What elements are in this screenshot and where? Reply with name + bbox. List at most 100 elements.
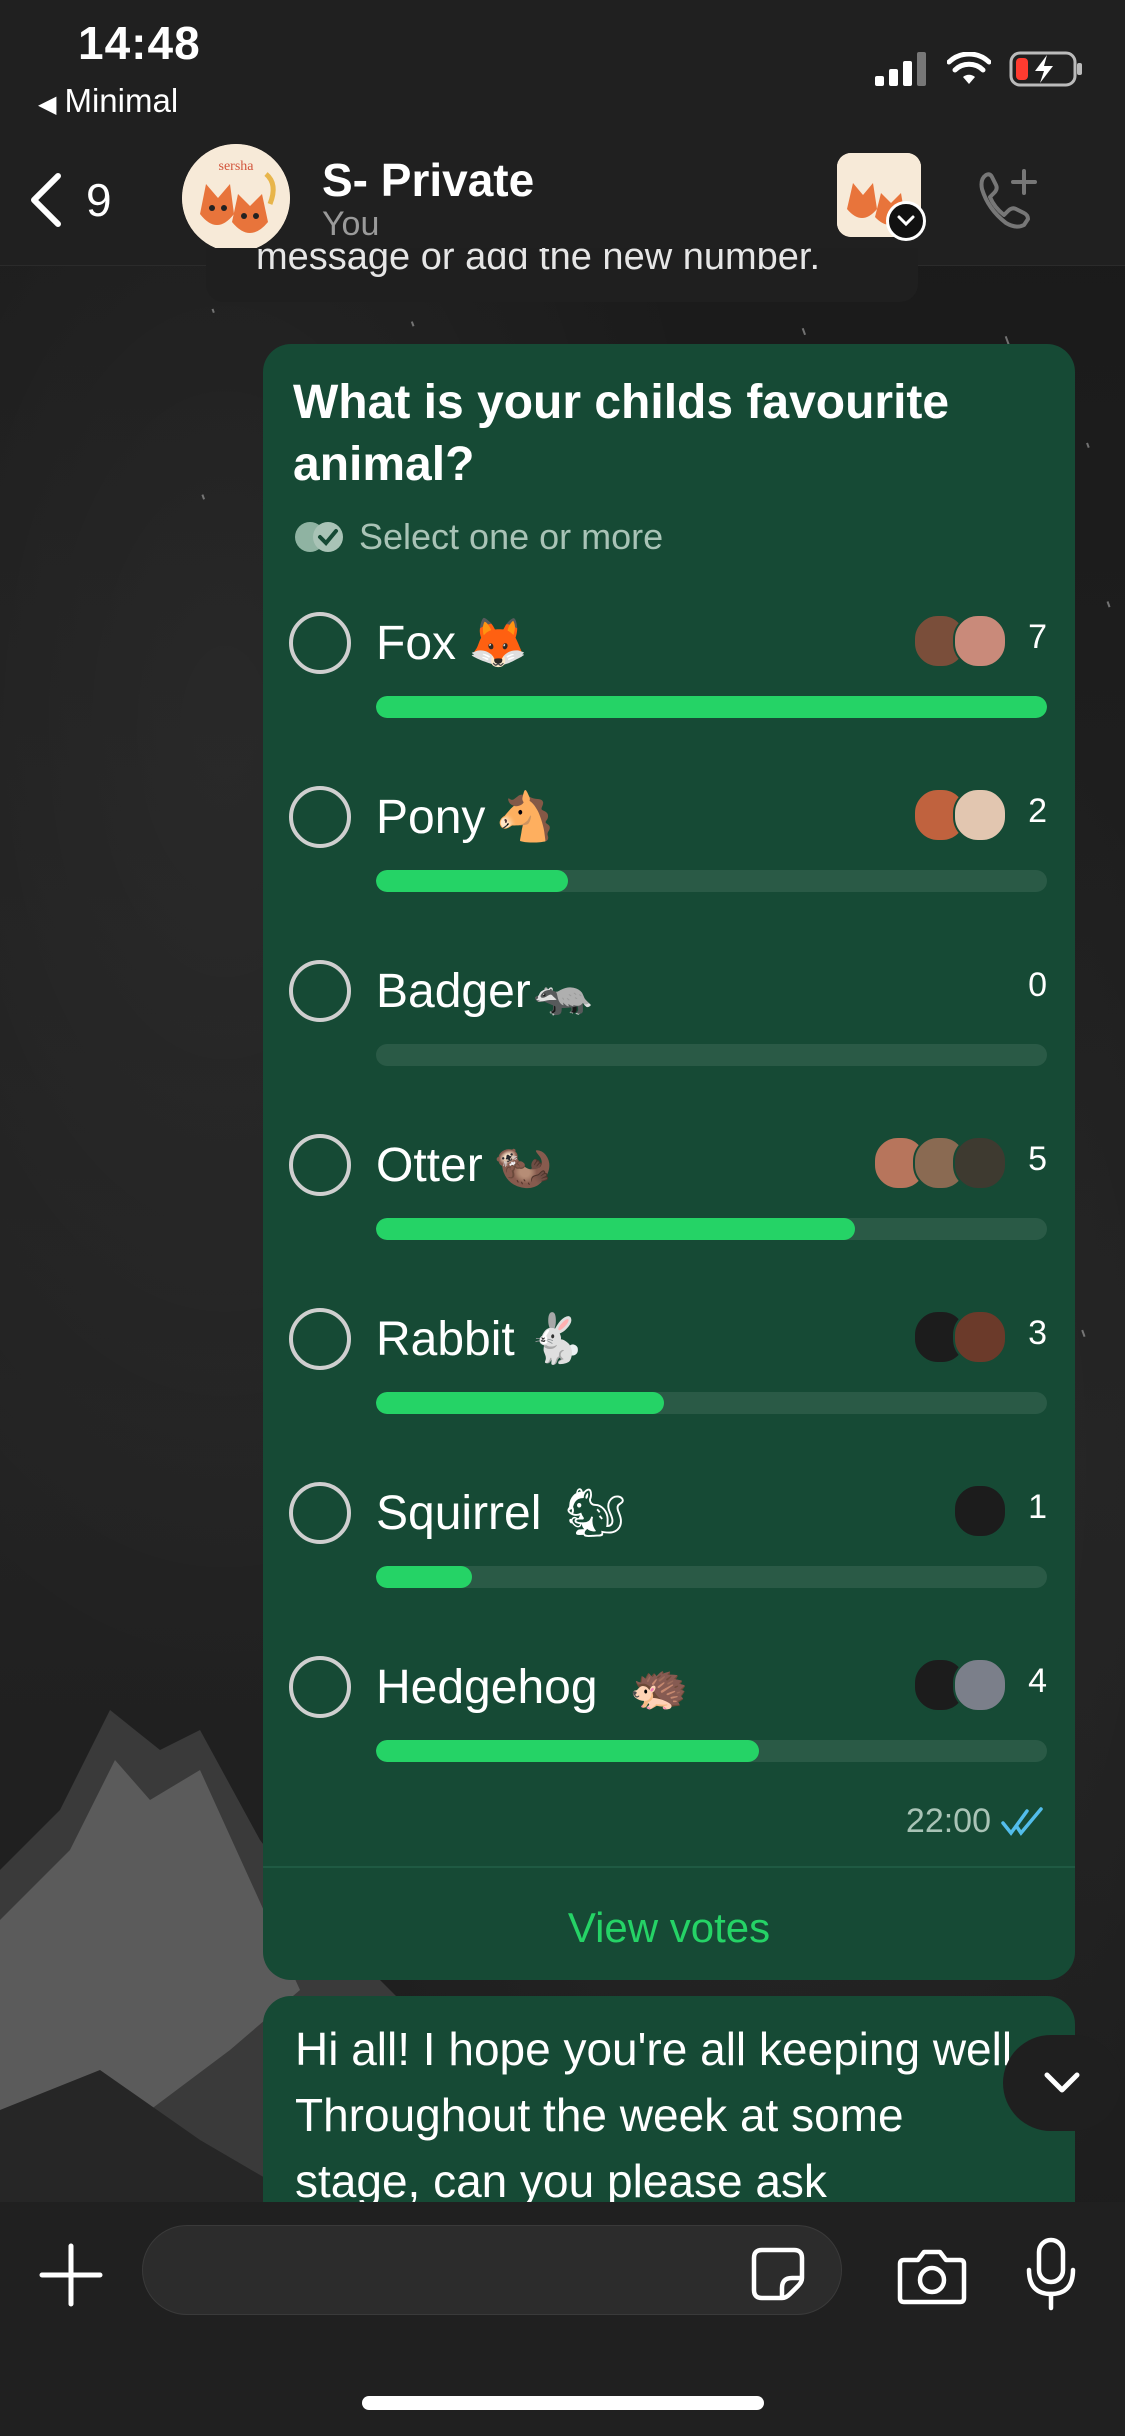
battery-low-charging-icon bbox=[1009, 51, 1082, 87]
poll-option-pony[interactable]: Pony 🐴 2 bbox=[263, 780, 1075, 954]
community-dropdown-badge[interactable] bbox=[886, 201, 926, 241]
poll-question: What is your childs favourite animal? bbox=[293, 376, 950, 491]
option-progress-track bbox=[376, 870, 1047, 892]
message-input[interactable] bbox=[142, 2225, 842, 2315]
option-voters bbox=[953, 1484, 1007, 1538]
option-progress-fill bbox=[376, 1392, 664, 1414]
option-emoji: 🦊 bbox=[468, 617, 528, 670]
option-progress-track bbox=[376, 696, 1047, 718]
poll-option-hedgehog[interactable]: Hedgehog 🦔 4 bbox=[263, 1650, 1075, 1824]
message-input-bar bbox=[0, 2202, 1125, 2436]
poll-option-fox[interactable]: Fox 🦊 7 bbox=[263, 606, 1075, 780]
star bbox=[211, 308, 215, 314]
voter-avatar bbox=[953, 1310, 1007, 1364]
option-progress-fill bbox=[376, 696, 1047, 718]
cellular-signal-icon bbox=[875, 52, 926, 86]
plus-icon[interactable] bbox=[38, 2242, 104, 2308]
home-indicator[interactable] bbox=[362, 2396, 764, 2410]
option-vote-count: 7 bbox=[1028, 618, 1047, 656]
sticker-icon[interactable] bbox=[748, 2244, 808, 2304]
option-progress-track bbox=[376, 1392, 1047, 1414]
poll-option-squirrel[interactable]: Squirrel 🐿 1 bbox=[263, 1476, 1075, 1650]
poll-option-rabbit[interactable]: Rabbit 🐇 3 bbox=[263, 1302, 1075, 1476]
option-radio[interactable] bbox=[289, 612, 351, 674]
option-progress-fill bbox=[376, 870, 568, 892]
read-receipt-icon bbox=[1001, 1806, 1043, 1836]
option-progress-fill bbox=[376, 1740, 760, 1762]
poll-divider bbox=[263, 1866, 1075, 1868]
option-vote-count: 4 bbox=[1028, 1662, 1047, 1700]
avatar-text: sersha bbox=[219, 159, 255, 174]
option-progress-fill bbox=[376, 1566, 472, 1588]
microphone-icon[interactable] bbox=[1023, 2236, 1079, 2312]
voter-avatar bbox=[953, 1484, 1007, 1538]
option-progress-track bbox=[376, 1566, 1047, 1588]
fox-avatar-icon: sersha bbox=[182, 144, 290, 252]
unread-count: 9 bbox=[86, 174, 112, 226]
back-app-label: Minimal bbox=[64, 82, 179, 119]
option-label: Badger bbox=[376, 965, 531, 1018]
option-radio[interactable] bbox=[289, 1482, 351, 1544]
back-triangle-icon: ◀ bbox=[38, 91, 57, 118]
option-emoji: 🐇 bbox=[526, 1313, 586, 1366]
poll-option-badger[interactable]: Badger 🦡 0 bbox=[263, 954, 1075, 1128]
star bbox=[1081, 1329, 1086, 1338]
group-avatar[interactable]: sersha bbox=[182, 144, 290, 252]
poll-bubble[interactable]: What is your childs favourite animal? Se… bbox=[263, 344, 1075, 1980]
option-progress-track bbox=[376, 1218, 1047, 1240]
option-radio[interactable] bbox=[289, 960, 351, 1022]
option-voters bbox=[913, 788, 1007, 842]
chat-title[interactable]: S- Private bbox=[322, 153, 534, 207]
option-progress-track bbox=[376, 1740, 1047, 1762]
voter-avatar bbox=[953, 1658, 1007, 1712]
status-time: 14:48 bbox=[78, 17, 201, 69]
multi-select-icon bbox=[295, 522, 343, 552]
chevron-down-icon bbox=[1044, 2072, 1080, 2093]
option-vote-count: 3 bbox=[1028, 1314, 1047, 1352]
option-label: Fox bbox=[376, 617, 457, 670]
option-vote-count: 1 bbox=[1028, 1488, 1047, 1526]
scroll-to-bottom-button[interactable] bbox=[1003, 2035, 1121, 2131]
next-message-bubble[interactable]: Hi all! I hope you're all keeping well. … bbox=[263, 1996, 1075, 2236]
option-vote-count: 0 bbox=[1028, 966, 1047, 1004]
option-radio[interactable] bbox=[289, 1308, 351, 1370]
back-to-app-link[interactable]: ◀ Minimal bbox=[38, 82, 178, 120]
option-voters bbox=[913, 614, 1007, 668]
poll-hint-text: Select one or more bbox=[359, 516, 664, 557]
option-progress-fill bbox=[376, 1218, 856, 1240]
option-emoji: 🦦 bbox=[493, 1139, 553, 1192]
chat-header: 9 sersha S- Private You bbox=[0, 135, 1125, 266]
option-voters bbox=[873, 1136, 1007, 1190]
option-radio[interactable] bbox=[289, 786, 351, 848]
wifi-icon bbox=[947, 52, 991, 84]
voter-avatar bbox=[953, 788, 1007, 842]
chat-subtitle: You bbox=[322, 205, 380, 243]
option-label: Rabbit bbox=[376, 1313, 515, 1366]
option-vote-count: 2 bbox=[1028, 792, 1047, 830]
previous-message-bubble[interactable]: message or add the new number. bbox=[206, 248, 918, 302]
option-radio[interactable] bbox=[289, 1134, 351, 1196]
star bbox=[801, 327, 807, 336]
option-emoji: 🐴 bbox=[495, 791, 555, 844]
poll-hint: Select one or more bbox=[293, 516, 663, 558]
chevron-down-icon bbox=[897, 215, 915, 227]
camera-icon[interactable] bbox=[896, 2246, 968, 2306]
poll-time-text: 22:00 bbox=[905, 1802, 991, 1840]
star bbox=[201, 494, 206, 500]
add-call-icon[interactable] bbox=[972, 165, 1042, 235]
option-label: Pony bbox=[376, 791, 486, 844]
voter-avatar bbox=[953, 614, 1007, 668]
option-radio[interactable] bbox=[289, 1656, 351, 1718]
back-button[interactable]: 9 bbox=[26, 165, 146, 235]
option-voters bbox=[913, 1310, 1007, 1364]
poll-timestamp: 22:00 bbox=[906, 1802, 1047, 1841]
option-emoji: 🦡 bbox=[533, 965, 593, 1018]
poll-option-otter[interactable]: Otter 🦦 5 bbox=[263, 1128, 1075, 1302]
view-votes-button[interactable]: View votes bbox=[263, 1904, 1075, 1952]
option-voters bbox=[913, 1658, 1007, 1712]
option-progress-track bbox=[376, 1044, 1047, 1066]
option-label: Hedgehog bbox=[376, 1661, 598, 1714]
option-emoji: 🐿 bbox=[565, 1487, 626, 1540]
star bbox=[410, 321, 415, 327]
option-vote-count: 5 bbox=[1028, 1140, 1047, 1178]
